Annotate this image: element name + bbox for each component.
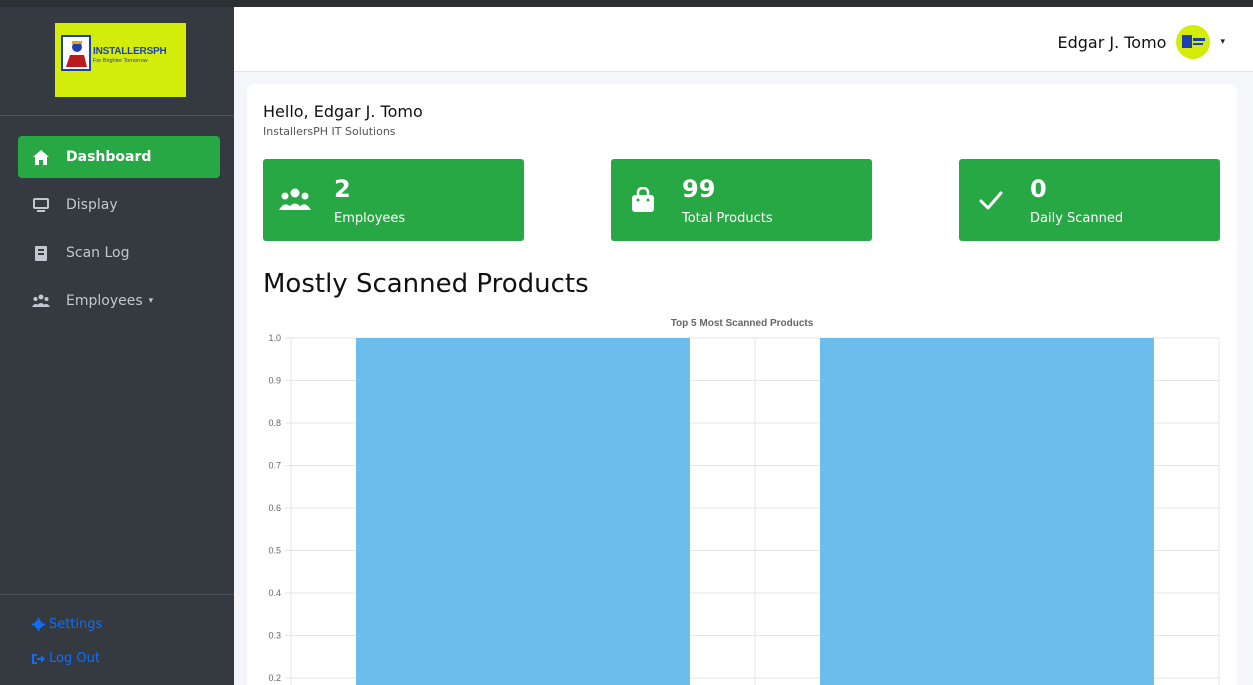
- company-logo[interactable]: INSTALLERSPH For Brighter Tomorrow: [55, 23, 186, 97]
- sidebar-item-scan-log[interactable]: Scan Log: [18, 232, 220, 274]
- top-border: [0, 0, 1253, 7]
- y-tick-label: 0.3: [268, 631, 281, 641]
- y-tick-label: 0.9: [268, 376, 281, 386]
- chevron-down-icon: ▾: [1220, 37, 1225, 47]
- y-tick-label: 0.8: [268, 418, 281, 428]
- main-content: Hello, Edgar J. Tomo InstallersPH IT Sol…: [247, 84, 1237, 685]
- user-menu[interactable]: Edgar J. Tomo ▾: [1057, 25, 1225, 59]
- settings-link[interactable]: Settings: [32, 617, 102, 632]
- users-icon: [279, 185, 311, 215]
- logo-worker-icon: [61, 35, 91, 71]
- stat-value: 99: [682, 175, 716, 203]
- sidebar-item-employees[interactable]: Employees ▾: [18, 280, 220, 322]
- home-icon: [32, 148, 50, 166]
- sidebar-item-label: Display: [66, 197, 118, 213]
- y-tick-label: 0.2: [268, 673, 281, 683]
- users-icon: [32, 292, 50, 310]
- stat-label: Daily Scanned: [1030, 211, 1124, 226]
- chart-plot: 1.0 0.9 0.8 0.7 0.6 0.5 0.4 0.3 0.2: [268, 333, 1220, 685]
- gear-icon: [32, 618, 45, 631]
- logo-subtitle: For Brighter Tomorrow: [93, 58, 148, 64]
- y-tick-label: 0.5: [268, 546, 281, 556]
- chart-bar[interactable]: [820, 338, 1154, 685]
- sidebar-nav: Dashboard Display Scan Log Employees ▾: [18, 136, 220, 328]
- avatar: [1176, 25, 1211, 59]
- sidebar-footer: [0, 594, 234, 595]
- stat-label: Employees: [334, 211, 406, 226]
- logout-label: Log Out: [49, 651, 100, 666]
- stat-card-daily-scanned[interactable]: 0 Daily Scanned: [959, 159, 1220, 241]
- sidebar-item-label: Dashboard: [66, 149, 152, 165]
- stat-value: 2: [334, 175, 351, 203]
- logo-title: INSTALLERSPH: [93, 46, 167, 57]
- monitor-icon: [32, 196, 50, 214]
- chart-bar[interactable]: [356, 338, 690, 685]
- stat-card-total-products[interactable]: 99 Total Products: [611, 159, 872, 241]
- logout-link[interactable]: Log Out: [32, 651, 100, 666]
- sidebar-item-dashboard[interactable]: Dashboard: [18, 136, 220, 178]
- y-tick-label: 0.4: [268, 588, 281, 598]
- settings-label: Settings: [49, 617, 103, 632]
- check-icon: [975, 185, 1007, 215]
- sidebar: INSTALLERSPH For Brighter Tomorrow Dashb…: [0, 7, 234, 685]
- book-icon: [32, 244, 50, 262]
- company-name: InstallersPH IT Solutions: [263, 125, 396, 138]
- stat-label: Total Products: [682, 211, 773, 226]
- y-tick-label: 0.6: [268, 503, 281, 513]
- sign-out-icon: [32, 653, 45, 665]
- sidebar-item-display[interactable]: Display: [18, 184, 220, 226]
- brand: INSTALLERSPH For Brighter Tomorrow: [0, 7, 234, 116]
- chevron-down-icon: ▾: [148, 296, 154, 306]
- user-name: Edgar J. Tomo: [1057, 32, 1167, 52]
- y-tick-label: 1.0: [268, 333, 281, 343]
- bar-chart: Top 5 Most Scanned Products 1.0 0.9 0.8 0.7…: [247, 312, 1237, 685]
- shopping-bag-icon: [627, 185, 659, 215]
- stat-card-employees[interactable]: 2 Employees: [263, 159, 524, 241]
- sidebar-item-label: Employees: [66, 293, 143, 309]
- greeting: Hello, Edgar J. Tomo: [263, 102, 423, 121]
- stat-value: 0: [1030, 175, 1047, 203]
- sidebar-item-label: Scan Log: [66, 245, 130, 261]
- top-header: Edgar J. Tomo ▾: [234, 7, 1253, 72]
- section-title: Mostly Scanned Products: [263, 269, 589, 299]
- y-tick-label: 0.7: [268, 461, 281, 471]
